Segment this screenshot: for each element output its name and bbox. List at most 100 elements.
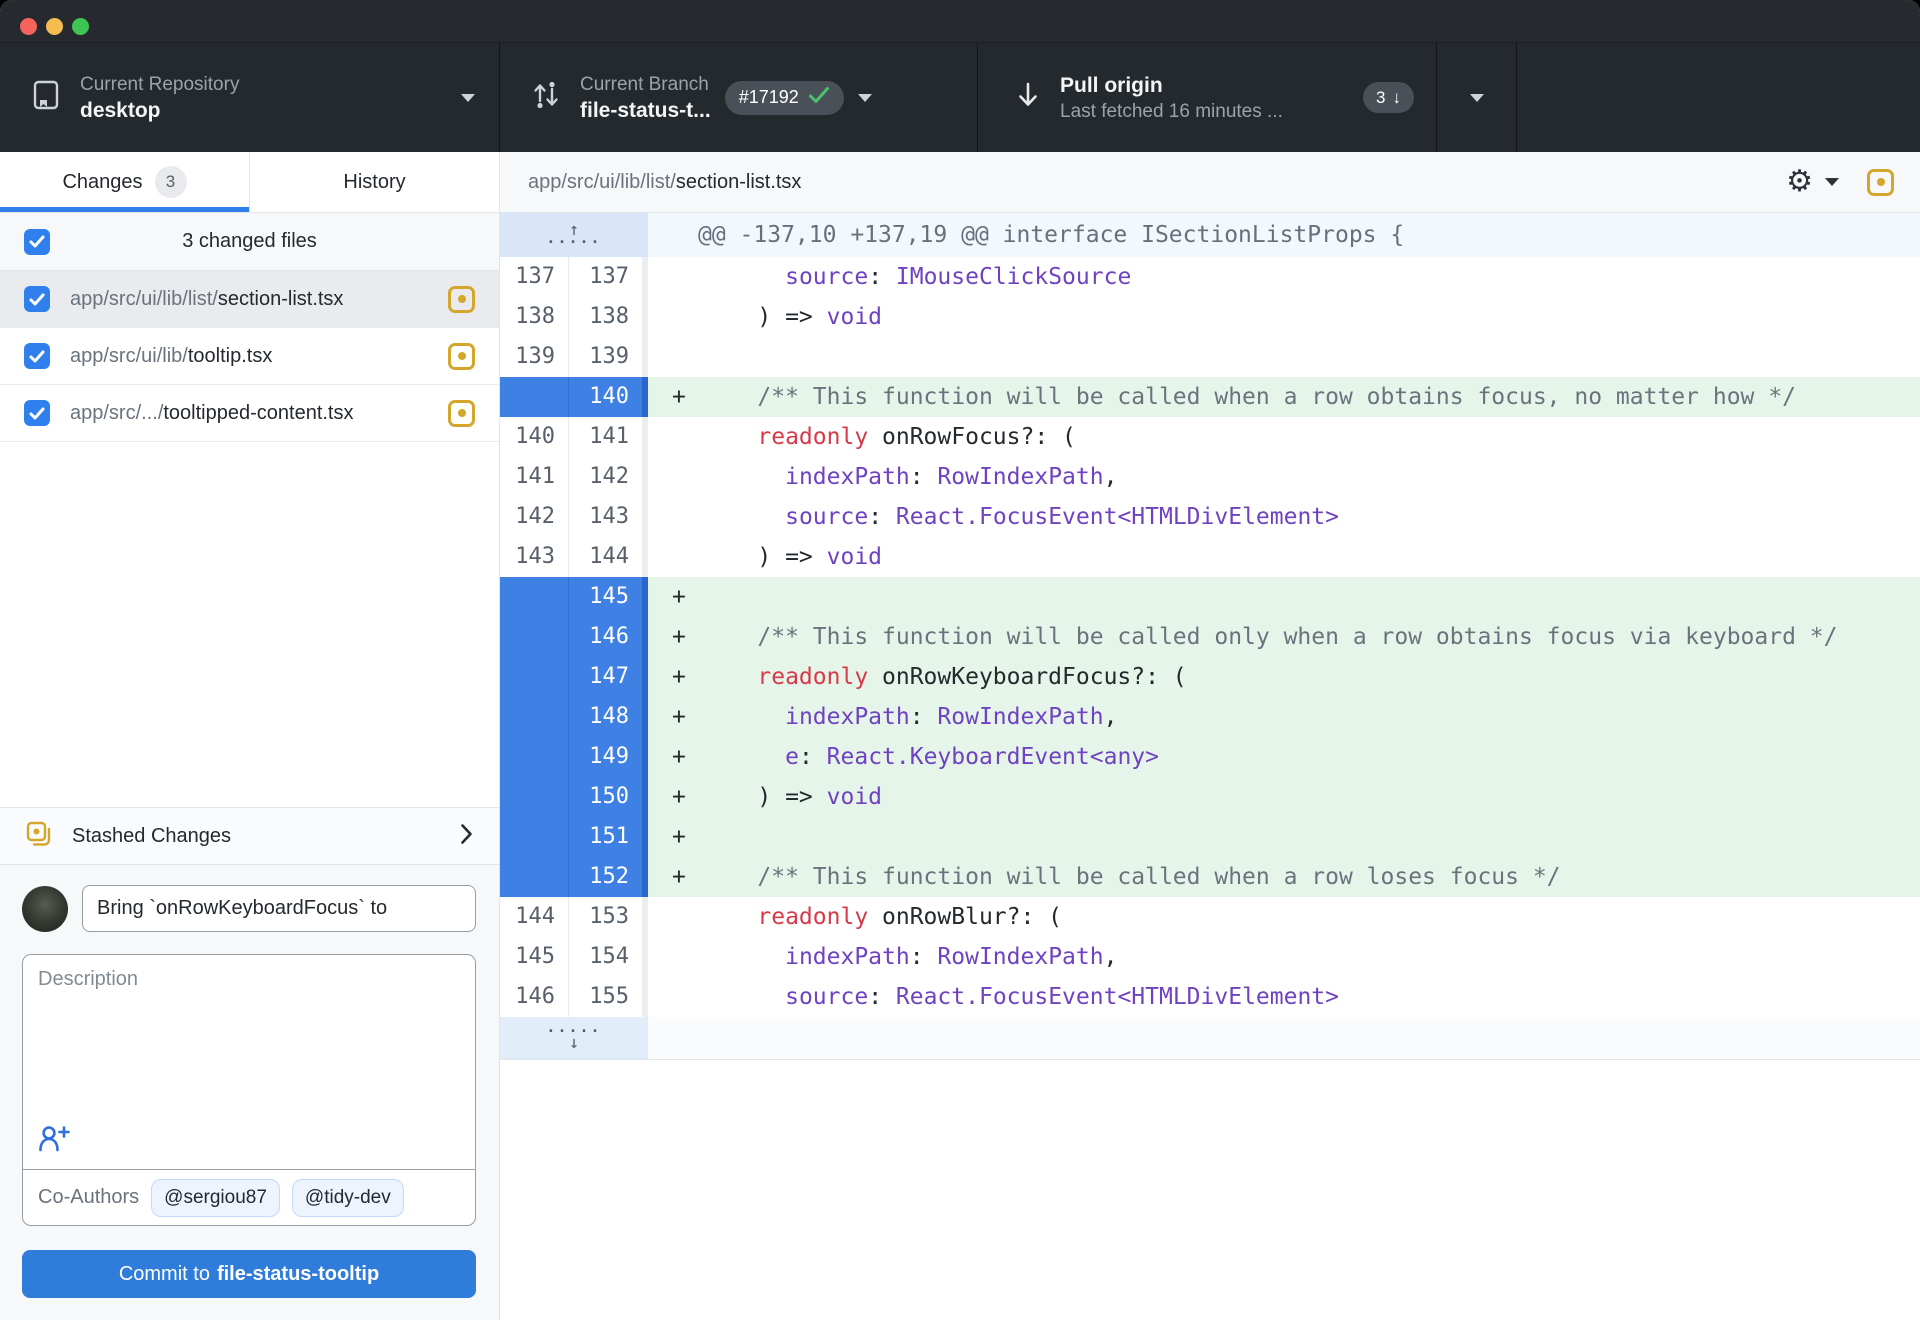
new-line-number: 147 <box>568 657 642 697</box>
sidebar-tabs: Changes 3 History <box>0 152 499 213</box>
pull-origin-button[interactable]: Pull origin Last fetched 16 minutes ... … <box>978 43 1437 152</box>
toolbar-spacer <box>1517 43 1920 152</box>
sidebar-filler <box>0 442 499 807</box>
diff-line-gutter[interactable]: 137137 <box>500 257 648 297</box>
diff-row: 147+ readonly onRowKeyboardFocus?: ( <box>500 657 1920 697</box>
old-line-number: 141 <box>500 457 568 497</box>
code-line: source: React.FocusEvent<HTMLDivElement> <box>648 977 1920 1017</box>
file-checkbox[interactable] <box>24 286 50 312</box>
modified-icon <box>1867 169 1894 196</box>
diff-line-gutter[interactable]: 142143 <box>500 497 648 537</box>
select-all-checkbox[interactable] <box>24 229 50 255</box>
file-name: section-list.tsx <box>218 288 344 310</box>
new-line-number: 140 <box>568 377 642 417</box>
pr-status-badge[interactable]: #17192 <box>725 81 844 115</box>
hunk-header-text: @@ -137,10 +137,19 @@ interface ISection… <box>648 213 1920 257</box>
diff-marker: + <box>672 777 702 817</box>
toolbar-dropdown-button[interactable] <box>1437 43 1517 152</box>
arrow-down-icon: ↓ <box>1393 88 1402 108</box>
modified-icon <box>448 286 475 313</box>
stashed-changes-row[interactable]: Stashed Changes <box>0 807 499 865</box>
diff-line-gutter[interactable]: 146155 <box>500 977 648 1017</box>
modified-icon <box>448 400 475 427</box>
chevron-down-icon[interactable] <box>1825 178 1839 186</box>
expand-hunk-down-button[interactable]: ·····↓ <box>500 1017 648 1059</box>
diff-marker <box>672 297 702 337</box>
diff-marker: + <box>672 577 702 617</box>
code-line: readonly onRowFocus?: ( <box>648 417 1920 457</box>
code-text: source: IMouseClickSource <box>702 257 1131 297</box>
avatar <box>22 886 68 932</box>
coauthor-pill[interactable]: @tidy-dev <box>292 1179 404 1217</box>
file-dir: app/src/.../ <box>70 402 163 424</box>
code-line: + <box>648 817 1920 857</box>
diff-line-gutter[interactable]: 140141 <box>500 417 648 457</box>
current-repository-button[interactable]: Current Repository desktop <box>0 43 500 152</box>
diff-row: 143144 ) => void <box>500 537 1920 577</box>
diff-line-gutter[interactable]: 143144 <box>500 537 648 577</box>
tab-changes-label: Changes <box>62 171 142 194</box>
diff-row: 139139 <box>500 337 1920 377</box>
diff-line-gutter[interactable]: 140 <box>500 377 648 417</box>
code-line: + /** This function will be called when … <box>648 377 1920 417</box>
file-row[interactable]: app/src/.../tooltipped-content.tsx <box>0 385 499 442</box>
commit-summary-input[interactable] <box>82 885 476 932</box>
file-checkbox[interactable] <box>24 343 50 369</box>
add-coauthor-icon[interactable] <box>38 1124 70 1157</box>
diff-file-path: app/src/ui/lib/list/section-list.tsx <box>528 171 1786 194</box>
diff-file-dir: app/src/ui/lib/list/ <box>528 171 676 193</box>
diff-line-gutter[interactable]: 138138 <box>500 297 648 337</box>
diff-line-gutter[interactable]: 144153 <box>500 897 648 937</box>
code-text: indexPath: RowIndexPath, <box>702 697 1117 737</box>
pull-subtitle: Last fetched 16 minutes ... <box>1060 99 1283 124</box>
coauthor-pills: @sergiou87 @tidy-dev <box>151 1179 404 1217</box>
current-branch-button[interactable]: Current Branch file-status-t... #17192 <box>500 43 978 152</box>
old-line-number <box>500 697 568 737</box>
commit-button[interactable]: Commit to file-status-tooltip <box>22 1250 476 1298</box>
chevron-down-icon <box>1470 94 1484 102</box>
diff-body: ↑·····@@ -137,10 +137,19 @@ interface IS… <box>500 213 1920 1320</box>
close-window-button[interactable] <box>20 18 37 35</box>
code-text: e: React.KeyboardEvent<any> <box>702 737 1159 777</box>
diff-line-gutter[interactable]: 147 <box>500 657 648 697</box>
new-line-number: 142 <box>568 457 642 497</box>
file-row[interactable]: app/src/ui/lib/tooltip.tsx <box>0 328 499 385</box>
chevron-down-icon[interactable] <box>858 94 872 102</box>
code-text: source: React.FocusEvent<HTMLDivElement> <box>702 977 1339 1017</box>
coauthor-pill[interactable]: @sergiou87 <box>151 1179 280 1217</box>
diff-line-gutter[interactable]: 150 <box>500 777 648 817</box>
old-line-number: 142 <box>500 497 568 537</box>
diff-line-gutter[interactable]: 139139 <box>500 337 648 377</box>
expand-hunk-up-button[interactable]: ↑····· <box>500 213 648 257</box>
diff-row: 140+ /** This function will be called wh… <box>500 377 1920 417</box>
diff-marker <box>672 337 702 377</box>
new-line-number: 143 <box>568 497 642 537</box>
file-row[interactable]: app/src/ui/lib/list/section-list.tsx <box>0 271 499 328</box>
diff-line-gutter[interactable]: 141142 <box>500 457 648 497</box>
tab-history[interactable]: History <box>249 152 499 212</box>
tab-changes[interactable]: Changes 3 <box>0 152 249 212</box>
zoom-window-button[interactable] <box>72 18 89 35</box>
commit-description-box: Co-Authors @sergiou87@tidy-dev <box>22 954 476 1226</box>
file-dir: app/src/ui/lib/ <box>70 345 188 367</box>
diff-line-gutter[interactable]: 148 <box>500 697 648 737</box>
diff-row: 145 + <box>500 577 1920 617</box>
new-line-number: 138 <box>568 297 642 337</box>
diff-line-gutter[interactable]: 146 <box>500 617 648 657</box>
file-path: app/src/.../tooltipped-content.tsx <box>70 402 428 425</box>
minimize-window-button[interactable] <box>46 18 63 35</box>
diff-row: 145154 indexPath: RowIndexPath, <box>500 937 1920 977</box>
commit-form: Co-Authors @sergiou87@tidy-dev Commit to… <box>0 865 499 1320</box>
diff-line-gutter[interactable]: 145 <box>500 577 648 617</box>
gear-icon[interactable]: ⚙ <box>1786 167 1813 197</box>
code-text: readonly onRowKeyboardFocus?: ( <box>702 657 1187 697</box>
diff-line-gutter[interactable]: 149 <box>500 737 648 777</box>
diff-line-gutter[interactable]: 145154 <box>500 937 648 977</box>
diff-row: 151+ <box>500 817 1920 857</box>
diff-line-gutter[interactable]: 152 <box>500 857 648 897</box>
file-checkbox[interactable] <box>24 400 50 426</box>
commit-description-input[interactable] <box>23 955 475 1105</box>
branch-name: file-status-t... <box>580 97 711 124</box>
diff-expand-row: ·····↓ <box>500 1017 1920 1060</box>
diff-line-gutter[interactable]: 151 <box>500 817 648 857</box>
